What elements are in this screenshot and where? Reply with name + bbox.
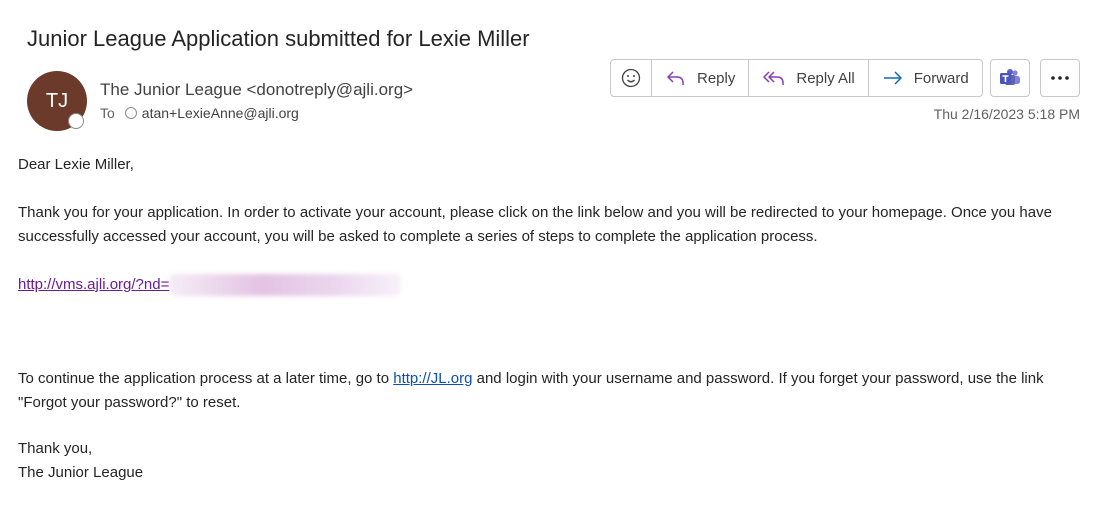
reply-all-label: Reply All (796, 69, 855, 87)
body-paragraph-continue: To continue the application process at a… (18, 367, 1088, 415)
forward-icon (882, 68, 904, 88)
smiley-icon (621, 68, 641, 88)
body-paragraph: Thank you for your application. In order… (18, 204, 1052, 245)
redacted-token (169, 274, 402, 297)
teams-icon (1000, 69, 1020, 85)
activation-link[interactable]: http://vms.ajli.org/?nd= (18, 276, 169, 293)
more-icon (1051, 76, 1069, 80)
forward-button[interactable]: Forward (867, 60, 982, 96)
para2-text-start: To continue the application process at a… (18, 370, 394, 387)
reply-button[interactable]: Reply (651, 60, 748, 96)
recipient-address[interactable]: atan+LexieAnne@ajli.org (142, 105, 299, 121)
reply-all-icon (762, 68, 786, 88)
sender-name[interactable]: The Junior League <donotreply@ajli.org> (100, 80, 413, 100)
recipient-presence-icon (124, 107, 137, 119)
jl-link[interactable]: http://JL.org (393, 370, 472, 387)
message-actions-toolbar: Reply Reply All Forward (610, 59, 983, 97)
email-subject: Junior League Application submitted for … (27, 26, 530, 51)
to-label: To (100, 105, 115, 121)
activation-link-line: http://vms.ajli.org/?nd= (18, 273, 1088, 297)
recipient-line: To atan+LexieAnne@ajli.org (100, 105, 299, 121)
avatar-initials: TJ (45, 89, 69, 112)
greeting: Dear Lexie Miller, (18, 156, 134, 173)
more-options-button[interactable] (1040, 59, 1080, 97)
forward-label: Forward (913, 69, 969, 87)
signature: The Junior League (18, 464, 144, 481)
email-body: Dear Lexie Miller, Thank you for your ap… (18, 153, 1088, 485)
reply-all-button[interactable]: Reply All (748, 60, 867, 96)
reply-icon (665, 68, 687, 88)
closing: Thank you, (18, 440, 93, 457)
react-button[interactable] (611, 60, 651, 96)
teams-share-button[interactable] (990, 59, 1030, 97)
presence-status-icon (68, 113, 84, 129)
received-timestamp: Thu 2/16/2023 5:18 PM (933, 106, 1080, 122)
reply-label: Reply (697, 69, 736, 87)
